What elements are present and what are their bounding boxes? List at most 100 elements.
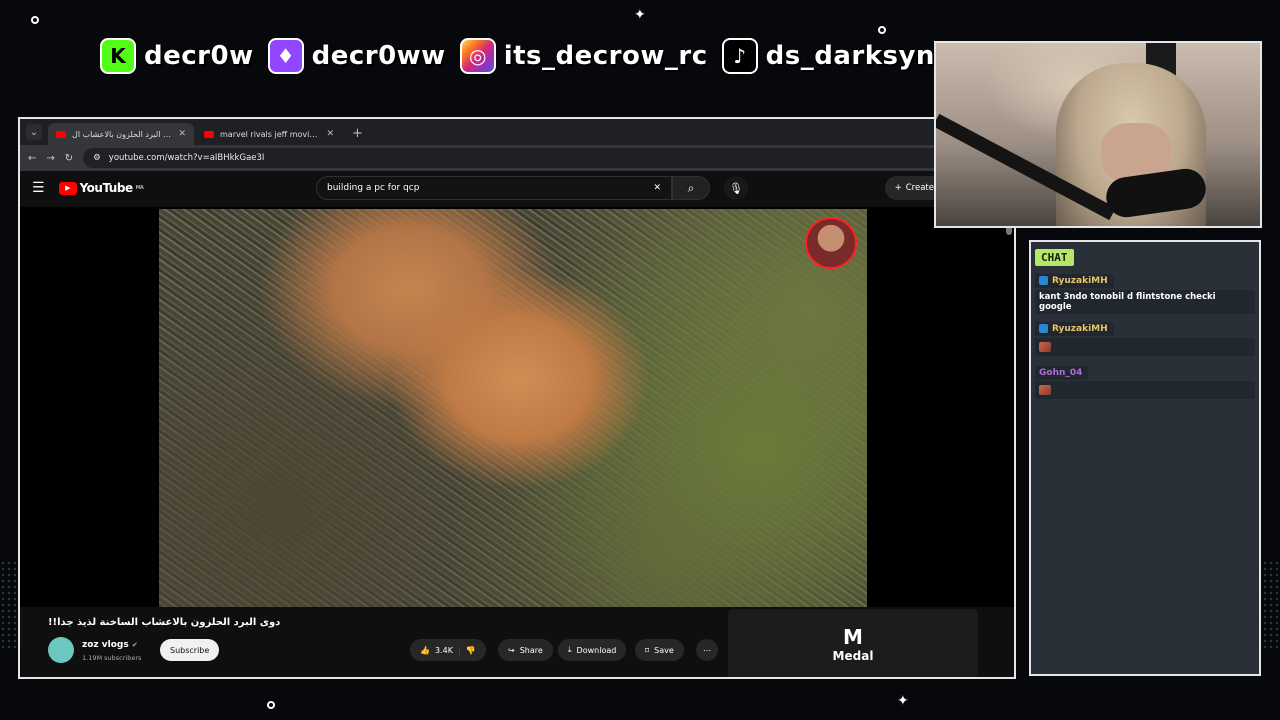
bookmark-icon: ⌑ [645,645,650,655]
emote-icon [1039,385,1051,395]
prime-badge-icon [1039,276,1048,285]
social-links-bar: K decr0w ♦ decr0ww ◎ its_decrow_rc ♪ ds_… [100,36,957,76]
site-info-icon[interactable]: ⚙ [93,153,101,163]
channel-name-text: zoz vlogs [82,640,129,650]
chat-panel: CHAT RyuzakiMH kant 3ndo tonobil d flint… [1029,240,1261,676]
chat-message-body [1035,338,1255,356]
chat-message: RyuzakiMH [1035,318,1255,356]
thumbs-down-icon[interactable]: 👎 [466,646,476,655]
verified-icon: ✔ [131,641,138,649]
emote-icon [1039,342,1051,352]
close-tab-icon[interactable]: ✕ [326,129,334,139]
decor-star-icon [267,701,275,709]
tab-youtube-video[interactable]: دوي البرد الحلزون بالاعشاب ال ✕ [48,123,194,145]
tab-strip: ⌄ دوي البرد الحلزون بالاعشاب ال ✕ marvel… [20,119,1014,145]
create-label: Create [905,183,934,193]
medal-label: Medal [832,649,874,663]
search-icon: ⌕ [687,180,695,195]
like-button[interactable]: 👍 3.4K | 👎 [410,639,486,661]
social-tiktok: ♪ ds_darksync [721,38,951,74]
menu-icon[interactable]: ☰ [32,180,45,196]
instagram-icon: ◎ [459,38,496,74]
youtube-play-icon: ▶ [58,181,77,195]
back-icon[interactable]: ← [28,153,36,164]
clear-search-icon[interactable]: ✕ [653,183,661,193]
search-button[interactable]: ⌕ [672,176,710,200]
chat-message-text: kant 3ndo tonobil d flintstone checki go… [1035,290,1255,314]
decor-sparkle-icon: ✦ [897,693,909,709]
avatar[interactable] [48,637,74,663]
voice-search-button[interactable]: 🎙 [724,176,748,200]
chat-username: RyuzakiMH [1035,273,1114,288]
channel-watermark [805,217,857,269]
twitch-handle: decr0ww [311,41,446,71]
close-tab-icon[interactable]: ✕ [178,129,186,139]
social-twitch: ♦ decr0ww [267,38,446,74]
youtube-header: ☰ ▶ YouTube MA building a pc for qcp ✕ ⌕… [20,171,1014,205]
tiktok-handle: ds_darksync [765,41,951,71]
url-field[interactable]: ⚙ youtube.com/watch?v=aIBHkkGae3I [83,148,968,168]
tab-title: دوي البرد الحلزون بالاعشاب ال [72,129,173,139]
channel-name[interactable]: zoz vlogs ✔ [82,640,138,650]
download-button[interactable]: ⤓ Download [558,639,627,661]
chat-username-text: RyuzakiMH [1052,275,1108,286]
medal-logo-icon: M [843,625,863,649]
decor-sparkle-icon: ✦ [634,7,646,23]
chat-message: Gohn_04 [1035,360,1255,399]
forward-icon[interactable]: → [46,153,54,164]
subscribe-button[interactable]: Subscribe [160,639,220,661]
download-label: Download [576,645,617,655]
tiktok-icon: ♪ [721,38,758,74]
thumbs-up-icon: 👍 [420,645,430,655]
chat-username: RyuzakiMH [1035,321,1114,336]
instagram-handle: its_decrow_rc [503,41,708,71]
like-count: 3.4K [434,645,453,655]
social-kick: K decr0w [100,38,254,74]
video-frame[interactable] [159,209,867,607]
more-icon: ⋯ [703,645,711,655]
download-icon: ⤓ [568,645,572,654]
tab-marvel-rivals[interactable]: marvel rivals jeff moving back ✕ [196,123,342,145]
youtube-wordmark: YouTube [79,181,134,195]
twitch-icon: ♦ [267,38,304,74]
chat-message: RyuzakiMH kant 3ndo tonobil d flintstone… [1035,270,1255,314]
video-details: دوى البرد الحلزون بالاعشاب الساخنة لذيذ … [20,607,1014,677]
share-label: Share [519,645,543,655]
address-bar-row: ← → ↻ ⚙ youtube.com/watch?v=aIBHkkGae3I … [20,145,1014,171]
kick-handle: decr0w [144,41,254,71]
save-button[interactable]: ⌑ Save [635,639,684,661]
decor-star-icon [31,16,39,24]
medal-overlay-card[interactable]: M Medal [728,609,978,677]
kick-icon: K [100,38,136,74]
browser-window: ⌄ دوي البرد الحلزون بالاعشاب ال ✕ marvel… [18,117,1016,679]
search-input[interactable]: building a pc for qcp ✕ [316,176,672,200]
video-title: دوى البرد الحلزون بالاعشاب الساخنة لذيذ … [48,617,281,628]
microphone-icon: 🎙 [729,181,743,195]
prime-badge-icon [1039,324,1048,333]
tab-search-chevron-icon[interactable]: ⌄ [26,124,42,140]
youtube-logo[interactable]: ▶ YouTube MA [58,181,144,195]
chat-username-text: Gohn_04 [1039,368,1083,378]
chat-username: Gohn_04 [1035,366,1089,380]
chat-username-text: RyuzakiMH [1052,323,1108,334]
decor-star-icon [878,26,886,34]
region-code: MA [135,185,144,191]
save-label: Save [654,645,674,655]
more-actions-button[interactable]: ⋯ [696,639,718,661]
plus-icon: + [894,183,902,193]
chat-header: CHAT [1035,249,1074,266]
search-query: building a pc for qcp [327,183,420,193]
share-icon: ↪ [508,645,515,655]
share-button[interactable]: ↪ Share [498,639,553,661]
chat-message-body [1035,381,1255,399]
webcam-feed [934,41,1262,228]
new-tab-icon[interactable]: + [344,126,371,145]
video-player[interactable] [20,207,1014,607]
subscriber-count: 1.19M subscribers [82,654,142,662]
url-text: youtube.com/watch?v=aIBHkkGae3I [108,153,265,163]
youtube-favicon-icon [204,130,214,138]
social-instagram: ◎ its_decrow_rc [459,38,708,74]
youtube-favicon-icon [56,130,66,138]
tab-title: marvel rivals jeff moving back [220,129,320,139]
reload-icon[interactable]: ↻ [65,153,73,164]
